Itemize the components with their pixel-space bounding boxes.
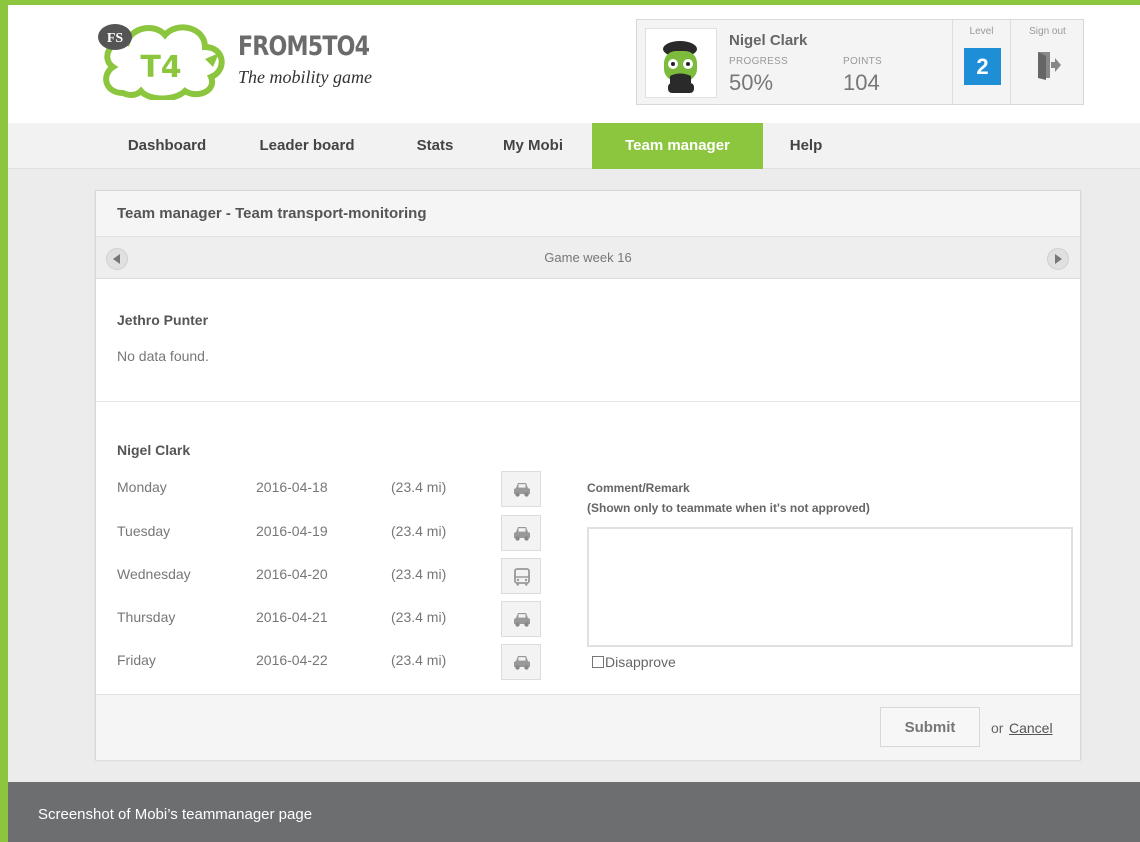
day-row: Tuesday 2016-04-19 (23.4 mi) — [96, 515, 556, 555]
day-distance: (23.4 mi) — [391, 566, 447, 582]
day-name: Wednesday — [117, 566, 191, 582]
transport-mode-button[interactable] — [501, 601, 541, 637]
mobi-avatar-icon — [663, 41, 697, 93]
day-date: 2016-04-20 — [256, 566, 328, 582]
comment-subtitle: (Shown only to teammate when it's not ap… — [587, 501, 870, 515]
signout-section[interactable]: Sign out — [1010, 20, 1084, 104]
logo-subtitle: The mobility game — [238, 67, 372, 87]
points-label: POINTS — [843, 56, 883, 67]
comment-title: Comment/Remark — [587, 481, 690, 495]
divider — [96, 401, 1080, 402]
car-icon — [514, 656, 530, 670]
bus-icon — [514, 568, 530, 586]
header: FS T4 FROM5TO4 The mobility game Nigel C… — [8, 5, 1140, 123]
cancel-link[interactable]: Cancel — [1009, 720, 1053, 736]
transport-mode-button[interactable] — [501, 515, 541, 551]
level-section: Level 2 — [952, 20, 1010, 104]
level-label: Level — [969, 26, 994, 37]
disapprove-checkbox[interactable]: Disapprove — [592, 654, 676, 670]
transport-mode-button[interactable] — [501, 644, 541, 680]
submit-button[interactable]: Submit — [880, 707, 980, 747]
logo-cloud-icon: FS T4 — [98, 24, 225, 100]
logo-badge: FS — [107, 31, 124, 46]
arrow-right-icon — [1055, 254, 1062, 264]
member-name: Jethro Punter — [117, 312, 209, 328]
car-icon — [514, 613, 530, 627]
day-distance: (23.4 mi) — [391, 609, 447, 625]
checkbox-square[interactable] — [592, 656, 604, 668]
next-week-button[interactable] — [1047, 248, 1069, 270]
profile-card: Nigel Clark PROGRESS 50% POINTS 104 Leve… — [636, 19, 1084, 105]
week-label: Game week 16 — [544, 250, 632, 265]
app-logo[interactable]: FS T4 FROM5TO4 The mobility game — [93, 15, 413, 100]
car-icon — [514, 527, 530, 541]
day-name: Friday — [117, 652, 156, 668]
day-row: Wednesday 2016-04-20 (23.4 mi) — [96, 558, 556, 598]
car-icon — [514, 483, 530, 497]
day-name: Monday — [117, 479, 167, 495]
no-data-message: No data found. — [117, 348, 209, 364]
nav-item-my-mobi[interactable]: My Mobi — [488, 123, 578, 169]
day-date: 2016-04-21 — [256, 609, 328, 625]
day-distance: (23.4 mi) — [391, 523, 447, 539]
week-navigator: Game week 16 — [96, 237, 1080, 279]
day-date: 2016-04-19 — [256, 523, 328, 539]
transport-mode-button[interactable] — [501, 558, 541, 594]
main-nav: Dashboard Leader board Stats My Mobi Tea… — [8, 123, 1140, 169]
transport-mode-button[interactable] — [501, 471, 541, 507]
panel-footer: Submit or Cancel — [96, 694, 1080, 760]
logo-title: FROM5TO4 — [238, 31, 370, 62]
nav-item-dashboard[interactable]: Dashboard — [102, 123, 232, 169]
disapprove-label[interactable]: Disapprove — [605, 654, 676, 670]
nav-item-help[interactable]: Help — [776, 123, 836, 169]
or-text: or — [991, 720, 1004, 736]
avatar[interactable] — [645, 28, 717, 98]
comment-textarea[interactable] — [587, 527, 1073, 647]
caption-bar: Screenshot of Mobi’s teammanager page — [8, 782, 1140, 842]
nav-item-stats[interactable]: Stats — [400, 123, 470, 169]
team-manager-panel: Team manager - Team transport-monitoring… — [95, 190, 1081, 760]
day-name: Thursday — [117, 609, 176, 625]
level-badge: 2 — [964, 48, 1001, 85]
progress-label: PROGRESS — [729, 56, 789, 67]
day-name: Tuesday — [117, 523, 171, 539]
nav-item-team-manager[interactable]: Team manager — [592, 123, 763, 169]
progress-value: 50% — [729, 70, 774, 95]
panel-title: Team manager - Team transport-monitoring — [117, 205, 427, 222]
day-row: Friday 2016-04-22 (23.4 mi) — [96, 644, 556, 684]
panel-header: Team manager - Team transport-monitoring — [96, 191, 1080, 237]
signout-label[interactable]: Sign out — [1011, 26, 1084, 37]
day-date: 2016-04-18 — [256, 479, 328, 495]
caption-text: Screenshot of Mobi’s teammanager page — [38, 806, 313, 823]
points-value: 104 — [843, 70, 880, 95]
logo-mark: T4 — [140, 50, 181, 85]
member-name: Nigel Clark — [117, 442, 191, 458]
user-name: Nigel Clark — [729, 32, 808, 49]
day-distance: (23.4 mi) — [391, 652, 447, 668]
day-row: Thursday 2016-04-21 (23.4 mi) — [96, 601, 556, 641]
day-row: Monday 2016-04-18 (23.4 mi) — [96, 471, 556, 511]
day-date: 2016-04-22 — [256, 652, 328, 668]
nav-item-leader-board[interactable]: Leader board — [242, 123, 372, 169]
sign-out-icon[interactable] — [1036, 50, 1062, 80]
day-distance: (23.4 mi) — [391, 479, 447, 495]
